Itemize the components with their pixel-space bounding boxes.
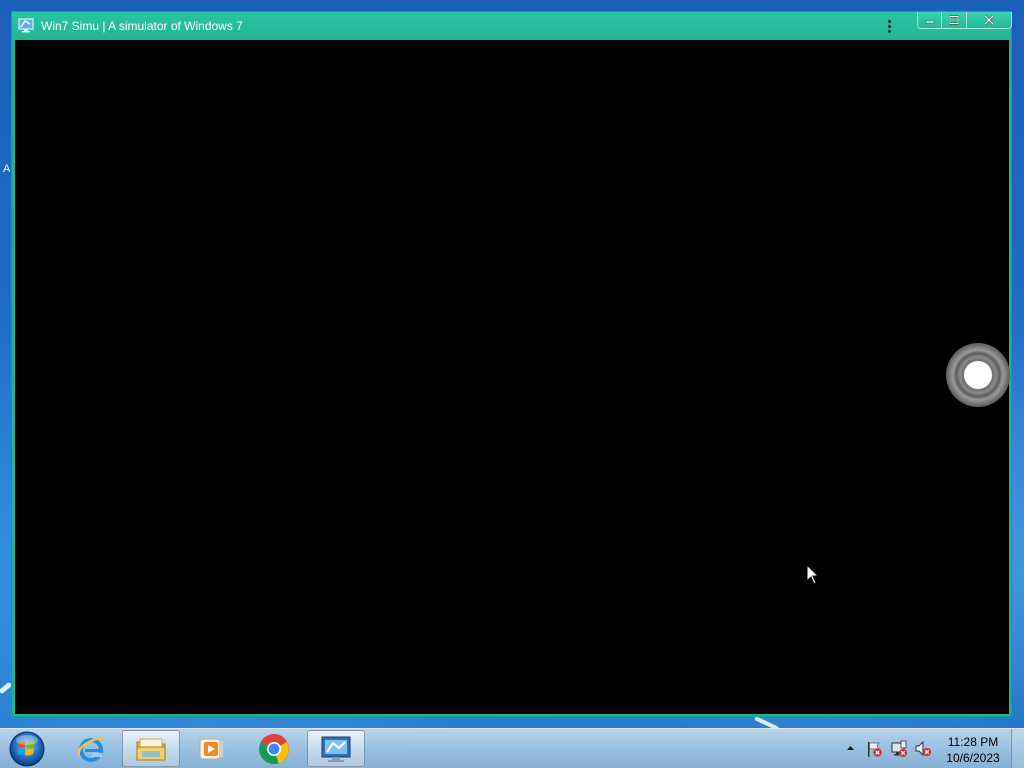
system-clock[interactable]: 11:28 PM 10/6/2023	[940, 734, 1006, 765]
minimize-icon	[925, 20, 934, 24]
windows-start-orb-icon	[9, 731, 45, 767]
show-desktop-button[interactable]	[1011, 729, 1024, 768]
taskbar-google-chrome[interactable]	[245, 730, 303, 767]
taskbar-windows-explorer[interactable]	[122, 730, 180, 767]
taskbar-media-player[interactable]	[182, 730, 240, 767]
chrome-icon	[259, 733, 289, 764]
desktop: A Win7 Simu | A simulator of Windows 7 1…	[0, 0, 1024, 768]
window-title: Win7 Simu | A simulator of Windows 7	[41, 19, 243, 33]
chevron-up-icon[interactable]	[845, 743, 856, 753]
kebab-menu-icon[interactable]	[884, 19, 894, 35]
media-player-icon	[199, 738, 223, 759]
desktop-edge-text: A	[3, 163, 11, 175]
action-center-flag-icon[interactable]	[865, 740, 883, 758]
folder-library-icon	[136, 738, 166, 760]
close-icon	[984, 15, 994, 25]
clock-time: 11:28 PM	[947, 735, 999, 749]
maximize-icon	[949, 15, 959, 25]
mouse-pointer-icon	[806, 564, 820, 585]
simulator-screen[interactable]	[15, 40, 1009, 714]
clock-date: 10/6/2023	[946, 751, 1000, 765]
app-window: Win7 Simu | A simulator of Windows 7	[11, 11, 1012, 717]
remote-desktop-icon	[321, 736, 351, 762]
close-button[interactable]	[967, 12, 1012, 29]
taskbar-remote-desktop[interactable]	[307, 730, 365, 767]
network-disconnected-icon[interactable]	[890, 740, 908, 758]
maximize-button[interactable]	[942, 12, 967, 29]
start-button[interactable]	[7, 730, 47, 767]
assistive-touch-icon[interactable]	[946, 343, 1010, 407]
internet-explorer-icon	[77, 736, 105, 762]
taskbar: 11:28 PM 10/6/2023	[0, 728, 1024, 768]
minimize-button[interactable]	[917, 12, 942, 29]
volume-muted-icon[interactable]	[914, 740, 932, 758]
taskbar-internet-explorer[interactable]	[62, 730, 120, 767]
title-bar[interactable]: Win7 Simu | A simulator of Windows 7	[12, 12, 1012, 40]
window-controls	[917, 12, 1012, 30]
app-monitor-icon	[18, 18, 34, 33]
